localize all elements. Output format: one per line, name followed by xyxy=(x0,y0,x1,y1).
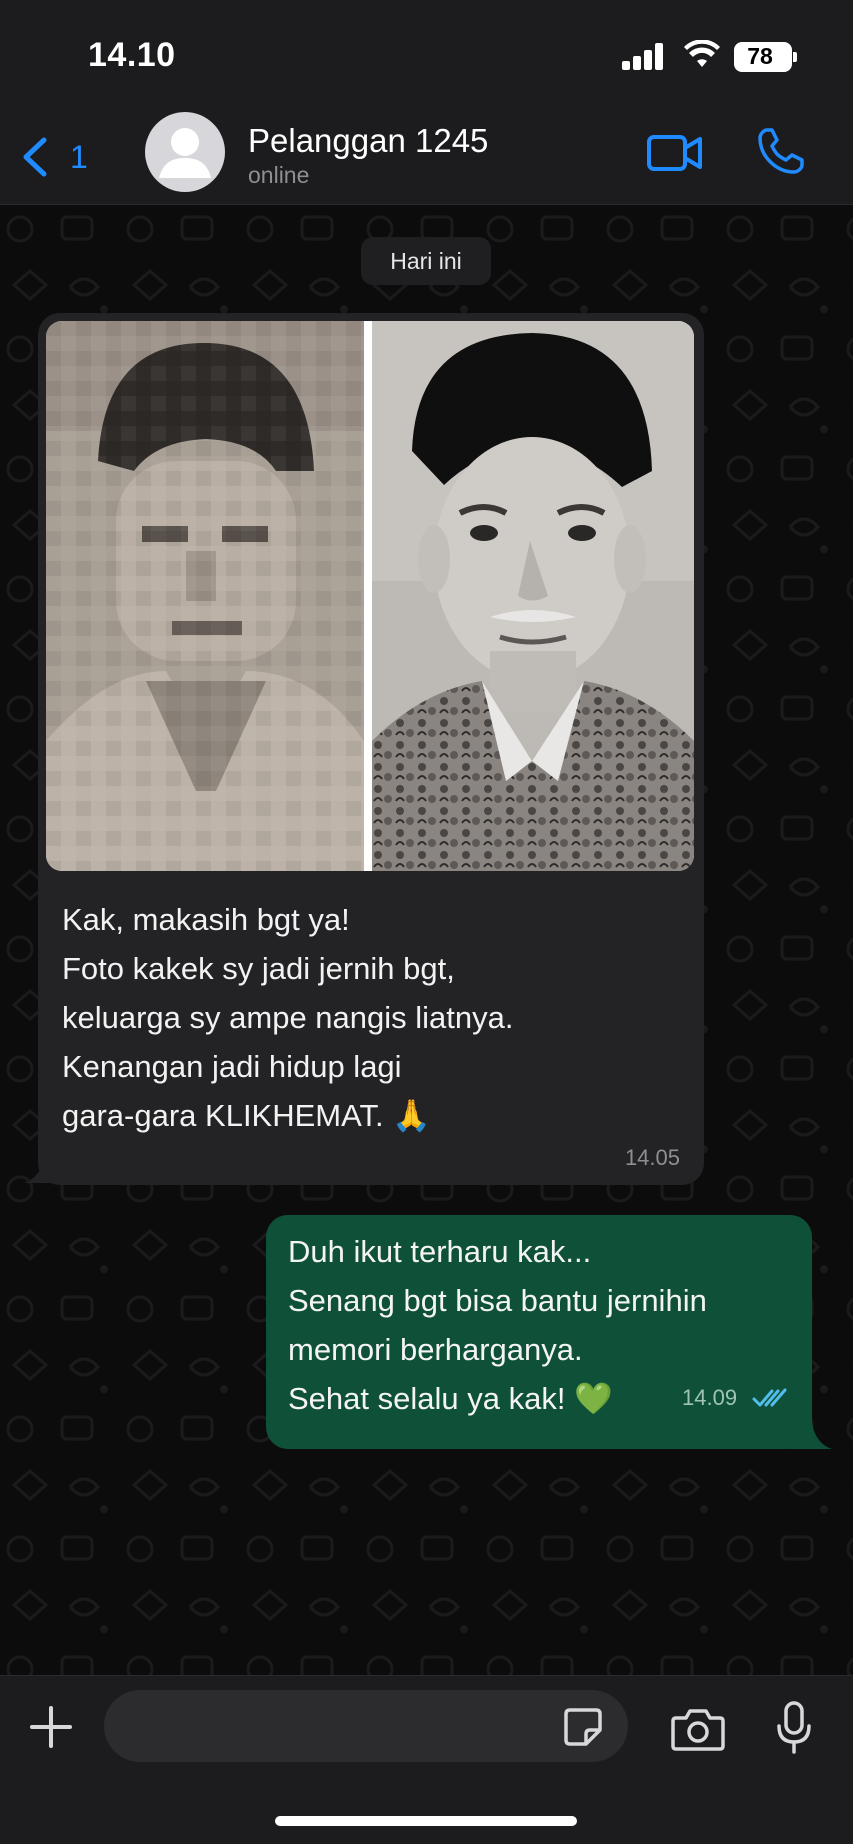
chat-header: 1 Pelanggan 1245 online xyxy=(0,110,853,205)
back-button[interactable]: 1 xyxy=(20,130,90,182)
home-indicator xyxy=(275,1816,577,1826)
battery-tip xyxy=(793,52,797,62)
incoming-message-bubble[interactable]: Kak, makasih bgt ya! Foto kakek sy jadi … xyxy=(38,313,704,1185)
message-line: gara-gara KLIKHEMAT. 🙏 xyxy=(62,1098,431,1133)
message-input-bar xyxy=(0,1675,853,1844)
message-line: memori berharganya. xyxy=(288,1332,583,1367)
status-bar: 14.10 78 xyxy=(0,0,853,110)
message-line: Kak, makasih bgt ya! xyxy=(62,902,350,937)
photo-before-pixelated xyxy=(46,321,364,871)
phone-icon[interactable] xyxy=(756,126,806,176)
outgoing-message-time: 14.09 xyxy=(682,1385,738,1410)
message-line: Kenangan jadi hidup lagi xyxy=(62,1049,402,1084)
incoming-message-text: Kak, makasih bgt ya! Foto kakek sy jadi … xyxy=(62,895,622,1140)
incoming-message-time: 14.05 xyxy=(624,1145,680,1170)
unread-count: 1 xyxy=(70,139,88,175)
cellular-signal-icon xyxy=(622,42,664,70)
whatsapp-chat-screen: 14.10 78 1 Pelanggan 1245 online Hari in… xyxy=(0,0,853,1844)
restoration-photo[interactable] xyxy=(46,321,694,871)
avatar-icon xyxy=(159,128,211,178)
chevron-left-icon xyxy=(23,137,47,177)
camera-icon[interactable] xyxy=(670,1706,726,1752)
outgoing-message-bubble[interactable]: Duh ikut terharu kak... Senang bgt bisa … xyxy=(266,1215,812,1449)
video-call-icon[interactable] xyxy=(646,128,704,178)
message-line: Senang bgt bisa bantu jernihin xyxy=(288,1283,707,1318)
sticker-icon[interactable] xyxy=(562,1706,604,1748)
chat-area[interactable]: Hari ini Kak, makasih bgt ya! Foto kakek… xyxy=(0,205,853,1675)
message-line: keluarga sy ampe nangis liatnya. xyxy=(62,1000,514,1035)
message-input[interactable] xyxy=(104,1690,628,1762)
microphone-icon[interactable] xyxy=(774,1700,814,1756)
battery-icon: 78 xyxy=(734,42,797,72)
avatar[interactable] xyxy=(145,112,225,192)
contact-name[interactable]: Pelanggan 1245 xyxy=(248,122,488,160)
read-receipt-icon xyxy=(752,1388,787,1407)
contact-status: online xyxy=(248,162,310,188)
battery-level: 78 xyxy=(747,43,773,69)
wifi-icon xyxy=(684,40,720,67)
date-separator: Hari ini xyxy=(361,237,491,285)
plus-icon[interactable] xyxy=(28,1704,74,1750)
status-time: 14.10 xyxy=(88,36,176,74)
photo-after-restored xyxy=(372,321,694,871)
message-line: Foto kakek sy jadi jernih bgt, xyxy=(62,951,455,986)
message-line: Duh ikut terharu kak... xyxy=(288,1234,592,1269)
